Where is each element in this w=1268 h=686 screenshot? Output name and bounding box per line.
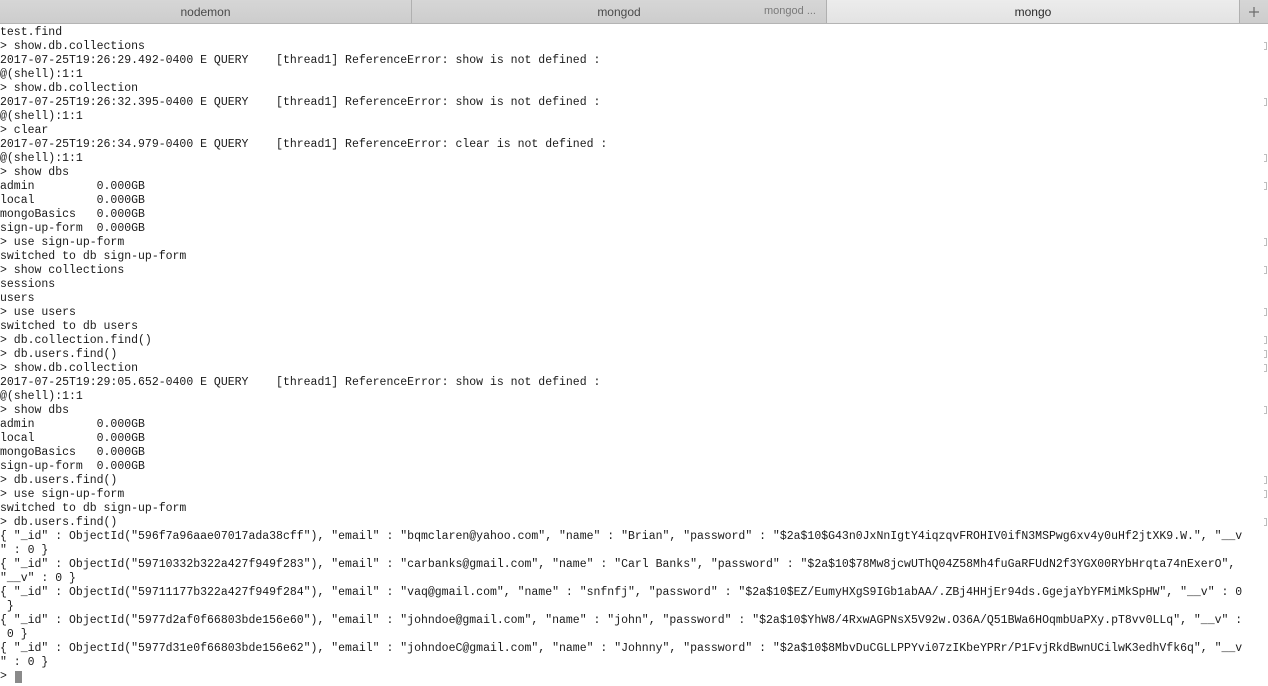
tab-mongo[interactable]: mongo [827,0,1240,23]
terminal-line: @(shell):1:1 [0,152,83,165]
terminal-line: sign-up-form 0.000GB [0,460,145,473]
terminal-line: local 0.000GB [0,432,145,445]
terminal-line: 2017-07-25T19:29:05.652-0400 E QUERY [th… [0,376,601,389]
terminal-line: { "_id" : ObjectId("59710332b322a427f949… [0,558,1236,571]
terminal-line: 2017-07-25T19:26:29.492-0400 E QUERY [th… [0,54,601,67]
terminal-line: } [0,600,14,613]
line-marker-gutter [1262,26,1268,686]
terminal-line: > show collections [0,264,125,277]
tab-mongod[interactable]: mongod mongod ... [412,0,827,23]
terminal-line: mongoBasics 0.000GB [0,208,145,221]
line-marker [1264,336,1267,344]
terminal-line: @(shell):1:1 [0,68,83,81]
terminal-line: " : 0 } [0,544,49,557]
line-marker [1264,476,1267,484]
terminal-prompt-row[interactable]: > [0,670,1262,684]
terminal-line: sessions [0,278,56,291]
line-marker [1264,238,1267,246]
tab-bar: nodemon mongod mongod ... mongo [0,0,1268,24]
line-marker [1264,406,1267,414]
line-marker [1264,518,1267,526]
terminal-line: users [0,292,35,305]
terminal-line: @(shell):1:1 [0,390,83,403]
line-marker [1264,490,1267,498]
terminal-line: > db.users.find() [0,516,118,529]
line-marker [1264,266,1267,274]
terminal-line: { "_id" : ObjectId("59711177b322a427f949… [0,586,1243,599]
terminal-line: > show.db.collection [0,82,139,95]
tab-sublabel: mongod ... [764,5,816,17]
terminal-line: @(shell):1:1 [0,110,83,123]
tab-label: mongod [597,4,641,19]
terminal-line: { "_id" : ObjectId("5977d2af0f66803bde15… [0,614,1243,627]
text-cursor [14,671,22,683]
terminal-line: > show dbs [0,166,70,179]
new-tab-button[interactable] [1240,0,1268,23]
terminal-line: > use sign-up-form [0,236,125,249]
terminal-line: > db.collection.find() [0,334,152,347]
terminal-output[interactable]: test.find > show.db.collections 2017-07-… [0,26,1262,686]
terminal-line: 0 } [0,628,28,641]
line-marker [1264,350,1267,358]
terminal-line: > clear [0,124,49,137]
terminal-line: local 0.000GB [0,194,145,207]
terminal-line: test.find [0,26,63,39]
terminal-line: > show dbs [0,404,70,417]
terminal-line: admin 0.000GB [0,418,145,431]
plus-icon [1248,6,1260,18]
terminal-line: > db.users.find() [0,474,118,487]
line-marker [1264,182,1267,190]
terminal-line: switched to db sign-up-form [0,250,187,263]
terminal-line: 2017-07-25T19:26:32.395-0400 E QUERY [th… [0,96,601,109]
line-marker [1264,308,1267,316]
terminal-line: mongoBasics 0.000GB [0,446,145,459]
terminal-line: sign-up-form 0.000GB [0,222,145,235]
terminal-line: admin 0.000GB [0,180,145,193]
terminal-line: 2017-07-25T19:26:34.979-0400 E QUERY [th… [0,138,608,151]
line-marker [1264,98,1267,106]
terminal-line: > show.db.collection [0,362,139,375]
line-marker [1264,42,1267,50]
terminal-line: > show.db.collections [0,40,145,53]
tab-label: nodemon [180,4,231,19]
terminal-line: > use sign-up-form [0,488,125,501]
terminal-line: { "_id" : ObjectId("596f7a96aae07017ada3… [0,530,1243,543]
terminal-line: { "_id" : ObjectId("5977d31e0f66803bde15… [0,642,1243,655]
terminal-line: "__v" : 0 } [0,572,76,585]
tab-nodemon[interactable]: nodemon [0,0,412,23]
terminal-line: > use users [0,306,76,319]
prompt-symbol: > [0,670,14,683]
terminal-line: switched to db users [0,320,139,333]
terminal-line: " : 0 } [0,656,49,669]
terminal-line: > db.users.find() [0,348,118,361]
line-marker [1264,154,1267,162]
line-marker [1264,364,1267,372]
terminal-line: switched to db sign-up-form [0,502,187,515]
tab-label: mongo [1014,4,1052,19]
